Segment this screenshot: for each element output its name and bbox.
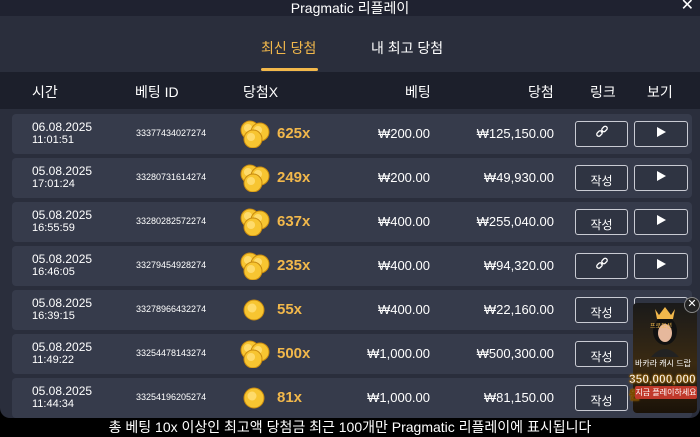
row-multiplier: 637x [277,213,311,230]
row-time: 11:49:22 [32,354,75,366]
write-label: 작성 [590,306,613,320]
play-replay-button[interactable] [634,165,688,191]
tab-latest-wins[interactable]: 최신 당첨 [261,38,316,58]
link-button[interactable]: 작성 [575,209,628,235]
header-multiplier: 당첨X [243,84,279,100]
promo-badge: 프로모션 [650,324,673,330]
header-time: 시간 [32,84,58,100]
row-time: 17:01:24 [32,178,75,190]
row-multiplier: 249x [277,169,311,186]
title-bar: Pragmatic 리플레이 ✕ [0,0,700,16]
row-date: 05.08.2025 [32,296,93,310]
coins-icon [240,384,272,412]
play-replay-button[interactable] [634,121,688,147]
tab-my-top-wins[interactable]: 내 최고 당첨 [371,38,443,58]
header-bet-id: 베팅 ID [135,84,179,100]
row-date: 05.08.2025 [32,252,93,266]
play-replay-button[interactable] [634,253,688,279]
row-win-amount: ₩49,930.00 [483,170,554,185]
row-multiplier: 500x [277,345,311,362]
play-replay-button[interactable] [634,209,688,235]
row-bet-amount: ₩200.00 [377,170,430,185]
table-row: 05.08.2025 17:01:24 33280731614274 249x … [12,158,692,198]
row-multiplier: 625x [277,125,311,142]
play-icon [655,213,667,231]
table-header: 시간 베팅 ID 당첨X 베팅 당첨 링크 보기 [0,72,700,109]
write-label: 작성 [590,394,613,408]
write-label: 작성 [590,174,613,188]
header-view: 보기 [647,84,673,100]
row-win-amount: ₩94,320.00 [483,258,554,273]
promo-banner[interactable]: ✕ 프로모션 바카라 캐시 드랍 350,000,000원 지금 플레이하세요 [629,295,700,415]
row-time: 16:46:05 [32,266,75,278]
close-icon[interactable]: ✕ [681,0,694,15]
row-win-amount: ₩255,040.00 [476,214,554,229]
table-row: 05.08.2025 11:49:22 33254478143274 500x … [12,334,692,374]
row-multiplier: 235x [277,257,311,274]
row-bet-amount: ₩400.00 [377,214,430,229]
row-time: 16:39:15 [32,310,75,322]
header-link: 링크 [590,84,616,100]
row-bet-id: 33254478143274 [136,348,207,358]
link-button[interactable]: 작성 [575,165,628,191]
row-bet-id: 33280282572274 [136,216,207,226]
coins-icon [240,164,272,193]
row-date: 05.08.2025 [32,384,93,398]
table-row: 05.08.2025 16:39:15 33278966432274 55x ₩… [12,290,692,330]
replay-modal: Pragmatic 리플레이 ✕ 최신 당첨 내 최고 당첨 시간 베팅 ID … [0,0,700,418]
header-bet: 베팅 [405,84,431,100]
row-bet-amount: ₩200.00 [377,126,430,141]
table-row: 06.08.2025 11:01:51 33377434027274 625x … [12,114,692,154]
tab-bar: 최신 당첨 내 최고 당첨 [0,16,700,72]
active-tab-indicator [261,68,318,71]
row-date: 05.08.2025 [32,340,93,354]
write-label: 작성 [590,350,613,364]
link-button[interactable]: 작성 [575,341,628,367]
link-button[interactable] [575,253,628,279]
row-time: 16:55:59 [32,222,75,234]
row-date: 05.08.2025 [32,164,93,178]
coins-icon [240,120,272,149]
row-bet-id: 33279454928274 [136,260,207,270]
row-date: 06.08.2025 [32,120,93,134]
table-row: 05.08.2025 16:55:59 33280282572274 637x … [12,202,692,242]
link-button[interactable]: 작성 [575,385,628,411]
row-date: 05.08.2025 [32,208,93,222]
play-icon [655,169,667,187]
coins-icon [240,208,272,237]
link-button[interactable]: 작성 [575,297,628,323]
row-bet-id: 33377434027274 [136,128,207,138]
play-icon [655,257,667,275]
link-button[interactable] [575,121,628,147]
row-bet-amount: ₩400.00 [377,258,430,273]
play-icon [655,125,667,143]
coins-icon [240,340,272,369]
row-time: 11:01:51 [32,134,75,146]
promo-play-button[interactable]: 지금 플레이하세요 [635,386,697,399]
row-time: 11:44:34 [32,398,75,410]
write-label: 작성 [590,218,613,232]
row-win-amount: ₩81,150.00 [483,390,554,405]
header-win: 당첨 [528,84,554,100]
row-bet-id: 33280731614274 [136,172,207,182]
row-win-amount: ₩22,160.00 [483,302,554,317]
row-win-amount: ₩125,150.00 [476,126,554,141]
row-bet-id: 33254196205274 [136,392,207,402]
promo-subtitle: 바카라 캐시 드랍 [635,359,691,368]
chain-link-icon [595,125,609,144]
row-bet-amount: ₩400.00 [377,302,430,317]
footer-note: 총 베팅 10x 이상인 최고액 당첨금 최근 100개만 Pragmatic … [0,418,700,437]
row-multiplier: 55x [277,301,303,318]
chain-link-icon [595,257,609,276]
row-win-amount: ₩500,300.00 [476,346,554,361]
row-bet-amount: ₩1,000.00 [367,390,430,405]
row-multiplier: 81x [277,389,303,406]
promo-close-icon[interactable]: ✕ [684,297,700,313]
row-bet-amount: ₩1,000.00 [367,346,430,361]
table-row: 05.08.2025 11:44:34 33254196205274 81x ₩… [12,378,692,418]
coins-icon [240,296,272,324]
coins-icon [240,252,272,281]
row-bet-id: 33278966432274 [136,304,207,314]
table-row: 05.08.2025 16:46:05 33279454928274 235x … [12,246,692,286]
